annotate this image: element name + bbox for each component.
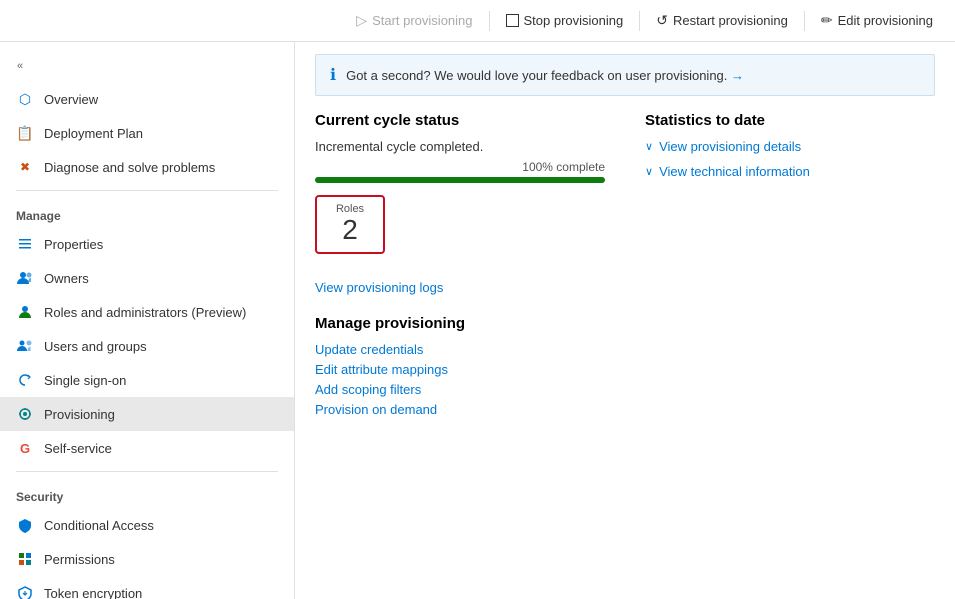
sidebar-item-properties[interactable]: Properties [0, 227, 294, 261]
toolbar-divider-3 [804, 11, 805, 31]
sidebar-item-deployment-plan[interactable]: 📋 Deployment Plan [0, 116, 294, 150]
sidebar-item-sso[interactable]: Single sign-on [0, 363, 294, 397]
restart-icon: ↺ [656, 12, 668, 29]
add-scoping-filters-link[interactable]: Add scoping filters [315, 382, 605, 397]
restart-provisioning-button[interactable]: ↺ Restart provisioning [646, 7, 798, 34]
two-column-layout: Current cycle status Incremental cycle c… [315, 112, 935, 422]
view-provisioning-details-label: View provisioning details [659, 139, 801, 154]
manage-divider [16, 190, 278, 191]
overview-icon: ⬡ [16, 90, 34, 108]
left-column: Current cycle status Incremental cycle c… [315, 112, 605, 422]
progress-label: 100% complete [315, 160, 605, 174]
security-divider [16, 471, 278, 472]
view-provisioning-details-item[interactable]: ∨ View provisioning details [645, 139, 935, 154]
toolbar-divider-2 [639, 11, 640, 31]
roles-icon [16, 303, 34, 321]
toolbar-divider-1 [489, 11, 490, 31]
roles-number: 2 [331, 215, 369, 246]
sidebar-item-users-groups[interactable]: Users and groups [0, 329, 294, 363]
sidebar-item-overview[interactable]: ⬡ Overview [0, 82, 294, 116]
update-credentials-link[interactable]: Update credentials [315, 342, 605, 357]
self-service-icon: G [16, 439, 34, 457]
edit-attribute-mappings-link[interactable]: Edit attribute mappings [315, 362, 605, 377]
stop-provisioning-button[interactable]: Stop provisioning [496, 8, 634, 33]
feedback-banner: ℹ Got a second? We would love your feedb… [315, 54, 935, 96]
view-logs-section: View provisioning logs [315, 276, 605, 295]
sidebar-item-permissions[interactable]: Permissions [0, 542, 294, 576]
progress-bar-track [315, 177, 605, 183]
sidebar-collapse-button[interactable]: « [8, 54, 32, 78]
cycle-status-title: Current cycle status [315, 112, 605, 129]
progress-bar-fill [315, 177, 605, 183]
manage-provisioning-title: Manage provisioning [315, 315, 605, 332]
manage-provisioning-section: Manage provisioning Update credentials E… [315, 315, 605, 417]
main-layout: « ⬡ Overview 📋 Deployment Plan ✖ Diagnos… [0, 42, 955, 599]
right-column: Statistics to date ∨ View provisioning d… [645, 112, 935, 422]
start-icon: ▷ [356, 12, 367, 29]
provision-on-demand-link[interactable]: Provision on demand [315, 402, 605, 417]
view-technical-information-item[interactable]: ∨ View technical information [645, 164, 935, 179]
feedback-link[interactable]: → [731, 68, 744, 83]
conditional-access-icon [16, 516, 34, 534]
statistics-title: Statistics to date [645, 112, 935, 129]
properties-icon [16, 235, 34, 253]
toolbar: ▷ Start provisioning Stop provisioning ↺… [0, 0, 955, 42]
owners-icon [16, 269, 34, 287]
token-encryption-icon [16, 584, 34, 599]
edit-icon: ✏ [821, 12, 833, 29]
info-icon: ℹ [330, 65, 336, 85]
content-area: ℹ Got a second? We would love your feedb… [295, 42, 955, 599]
sidebar: « ⬡ Overview 📋 Deployment Plan ✖ Diagnos… [0, 42, 295, 599]
permissions-icon [16, 550, 34, 568]
edit-provisioning-button[interactable]: ✏ Edit provisioning [811, 7, 943, 34]
sidebar-item-diagnose[interactable]: ✖ Diagnose and solve problems [0, 150, 294, 184]
sidebar-item-token-encryption[interactable]: Token encryption [0, 576, 294, 599]
sidebar-item-owners[interactable]: Owners [0, 261, 294, 295]
sidebar-item-provisioning[interactable]: Provisioning [0, 397, 294, 431]
sidebar-item-roles[interactable]: Roles and administrators (Preview) [0, 295, 294, 329]
users-groups-icon [16, 337, 34, 355]
diagnose-icon: ✖ [16, 158, 34, 176]
start-provisioning-button[interactable]: ▷ Start provisioning [346, 7, 482, 34]
security-section-label: Security [0, 478, 294, 508]
manage-section-label: Manage [0, 197, 294, 227]
sso-icon [16, 371, 34, 389]
stop-icon [506, 14, 519, 27]
deployment-plan-icon: 📋 [16, 124, 34, 142]
chevron-down-icon-technical: ∨ [645, 165, 653, 178]
cycle-status-text: Incremental cycle completed. [315, 139, 605, 154]
roles-card: Roles 2 [315, 195, 385, 254]
chevron-down-icon-details: ∨ [645, 140, 653, 153]
sidebar-item-self-service[interactable]: G Self-service [0, 431, 294, 465]
view-technical-information-label: View technical information [659, 164, 810, 179]
sidebar-item-conditional-access[interactable]: Conditional Access [0, 508, 294, 542]
view-provisioning-logs-link[interactable]: View provisioning logs [315, 280, 443, 295]
provisioning-icon [16, 405, 34, 423]
